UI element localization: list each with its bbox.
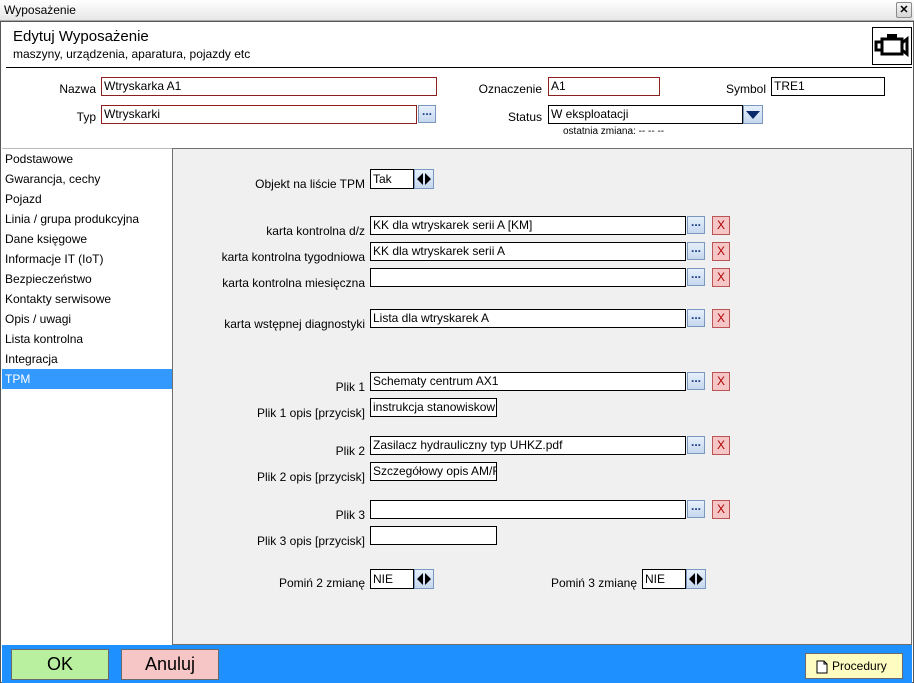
sidebar-item-pojazd[interactable]: Pojazd — [2, 189, 172, 209]
sidebar-item-lista-kontrolna[interactable]: Lista kontrolna — [2, 329, 172, 349]
symbol-field[interactable]: TRE1 — [771, 77, 885, 96]
pomin2-select[interactable]: NIE — [370, 569, 414, 589]
kk-dz-field[interactable]: KK dla wtryskarek serii A [KM] — [370, 216, 686, 235]
plik1-opis-label: Plik 1 opis [przycisk] — [256, 406, 365, 420]
sidebar-item-integracja[interactable]: Integracja — [2, 349, 172, 369]
plik3-field[interactable] — [370, 500, 686, 519]
pomin3-select[interactable]: NIE — [642, 569, 686, 589]
kk-tyg-browse-button[interactable]: ... — [687, 242, 705, 260]
tpm-panel: Objekt na liście TPM Tak karta kontrolna… — [172, 148, 912, 645]
spin-arrows-icon — [417, 573, 431, 585]
page-subtitle: maszyny, urządzenia, aparatura, pojazdy … — [13, 47, 251, 61]
spin-arrows-icon — [417, 173, 431, 185]
plik2-opis-field[interactable]: Szczegółowy opis AM/F — [370, 462, 497, 481]
plik3-opis-label: Plik 3 opis [przycisk] — [256, 534, 365, 548]
procedury-label: Procedury — [832, 659, 887, 673]
plik1-clear-button[interactable]: X — [712, 372, 730, 391]
typ-browse-button[interactable]: ... — [418, 105, 436, 123]
sidebar-item-dane-ksiegowe[interactable]: Dane księgowe — [2, 229, 172, 249]
objekt-label: Objekt na liście TPM — [255, 177, 365, 191]
plik2-clear-button[interactable]: X — [712, 436, 730, 455]
status-dropdown-button[interactable] — [743, 105, 763, 124]
plik1-field[interactable]: Schematy centrum AX1 — [370, 372, 686, 391]
kk-tyg-label: karta kontrolna tygodniowa — [221, 250, 365, 264]
typ-label: Typ — [76, 110, 96, 124]
plik1-label: Plik 1 — [335, 380, 365, 394]
nazwa-field[interactable]: Wtryskarka A1 — [101, 77, 437, 96]
kk-mies-label: karta kontrolna miesięczna — [222, 276, 365, 290]
kk-mies-browse-button[interactable]: ... — [687, 268, 705, 286]
sidebar-item-gwarancja[interactable]: Gwarancja, cechy — [2, 169, 172, 189]
kk-mies-field[interactable] — [370, 268, 686, 287]
document-icon — [816, 660, 828, 674]
oznaczenie-label: Oznaczenie — [478, 82, 542, 96]
header: Edytuj Wyposażenie maszyny, urządzenia, … — [6, 23, 912, 67]
oznaczenie-field[interactable]: A1 — [548, 77, 660, 96]
sidebar-item-tpm[interactable]: TPM — [2, 369, 172, 389]
plik3-label: Plik 3 — [335, 508, 365, 522]
plik3-opis-field[interactable] — [370, 526, 497, 545]
plik2-field[interactable]: Zasilacz hydrauliczny typ UHKZ.pdf — [370, 436, 686, 455]
typ-field[interactable]: Wtryskarki — [101, 105, 417, 124]
kk-mies-clear-button[interactable]: X — [712, 268, 730, 287]
plik2-label: Plik 2 — [335, 444, 365, 458]
kk-tyg-clear-button[interactable]: X — [712, 242, 730, 261]
title-bar: Wyposażenie ✕ — [0, 0, 914, 21]
close-button[interactable]: ✕ — [896, 2, 912, 18]
objekt-select[interactable]: Tak — [370, 169, 414, 189]
last-change-text: ostatnia zmiana: -- -- -- — [563, 126, 665, 137]
kk-dz-label: karta kontrolna d/z — [266, 224, 365, 238]
plik1-opis-field[interactable]: instrukcja stanowiskow — [370, 398, 497, 417]
sidebar-item-kontakty[interactable]: Kontakty serwisowe — [2, 289, 172, 309]
sidebar-item-podstawowe[interactable]: Podstawowe — [2, 149, 172, 169]
pomin3-spin-button[interactable] — [686, 569, 706, 589]
kwd-label: karta wstępnej diagnostyki — [224, 317, 365, 331]
cancel-button[interactable]: Anuluj — [121, 649, 219, 680]
plik1-browse-button[interactable]: ... — [687, 372, 705, 390]
objekt-spin-button[interactable] — [414, 169, 434, 189]
kk-tyg-field[interactable]: KK dla wtryskarek serii A — [370, 242, 686, 261]
sidebar-item-opis[interactable]: Opis / uwagi — [2, 309, 172, 329]
nazwa-label: Nazwa — [59, 82, 96, 96]
kwd-clear-button[interactable]: X — [712, 309, 730, 328]
plik3-browse-button[interactable]: ... — [687, 500, 705, 518]
main-form: Nazwa Wtryskarka A1 Typ Wtryskarki ... O… — [6, 68, 912, 148]
spin-arrows-icon — [689, 573, 703, 585]
symbol-label: Symbol — [725, 82, 766, 96]
dialog-window: Edytuj Wyposażenie maszyny, urządzenia, … — [0, 21, 914, 683]
ok-button[interactable]: OK — [11, 649, 109, 680]
status-select[interactable]: W eksploatacji — [548, 105, 743, 124]
kwd-field[interactable]: Lista dla wtryskarek A — [370, 309, 686, 328]
sidebar-item-informacje-it[interactable]: Informacje IT (IoT) — [2, 249, 172, 269]
chevron-down-icon — [746, 111, 760, 119]
pomin2-label: Pomiń 2 zmianę — [278, 576, 365, 590]
status-label: Status — [507, 110, 542, 124]
plik2-browse-button[interactable]: ... — [687, 436, 705, 454]
kk-dz-browse-button[interactable]: ... — [687, 216, 705, 234]
page-title: Edytuj Wyposażenie — [13, 28, 149, 45]
pomin2-spin-button[interactable] — [414, 569, 434, 589]
pomin3-label: Pomiń 3 zmianę — [550, 576, 637, 590]
engine-icon — [872, 27, 912, 65]
kk-dz-clear-button[interactable]: X — [712, 216, 730, 235]
plik3-clear-button[interactable]: X — [712, 500, 730, 519]
window-title: Wyposażenie — [4, 3, 76, 17]
bottom-bar: OK Anuluj Procedury — [2, 645, 912, 683]
kwd-browse-button[interactable]: ... — [687, 309, 705, 327]
plik2-opis-label: Plik 2 opis [przycisk] — [256, 470, 365, 484]
procedury-button[interactable]: Procedury — [805, 653, 903, 679]
sidebar-nav: Podstawowe Gwarancja, cechy Pojazd Linia… — [2, 148, 172, 645]
sidebar-item-bezpieczenstwo[interactable]: Bezpieczeństwo — [2, 269, 172, 289]
sidebar-item-linia[interactable]: Linia / grupa produkcyjna — [2, 209, 172, 229]
